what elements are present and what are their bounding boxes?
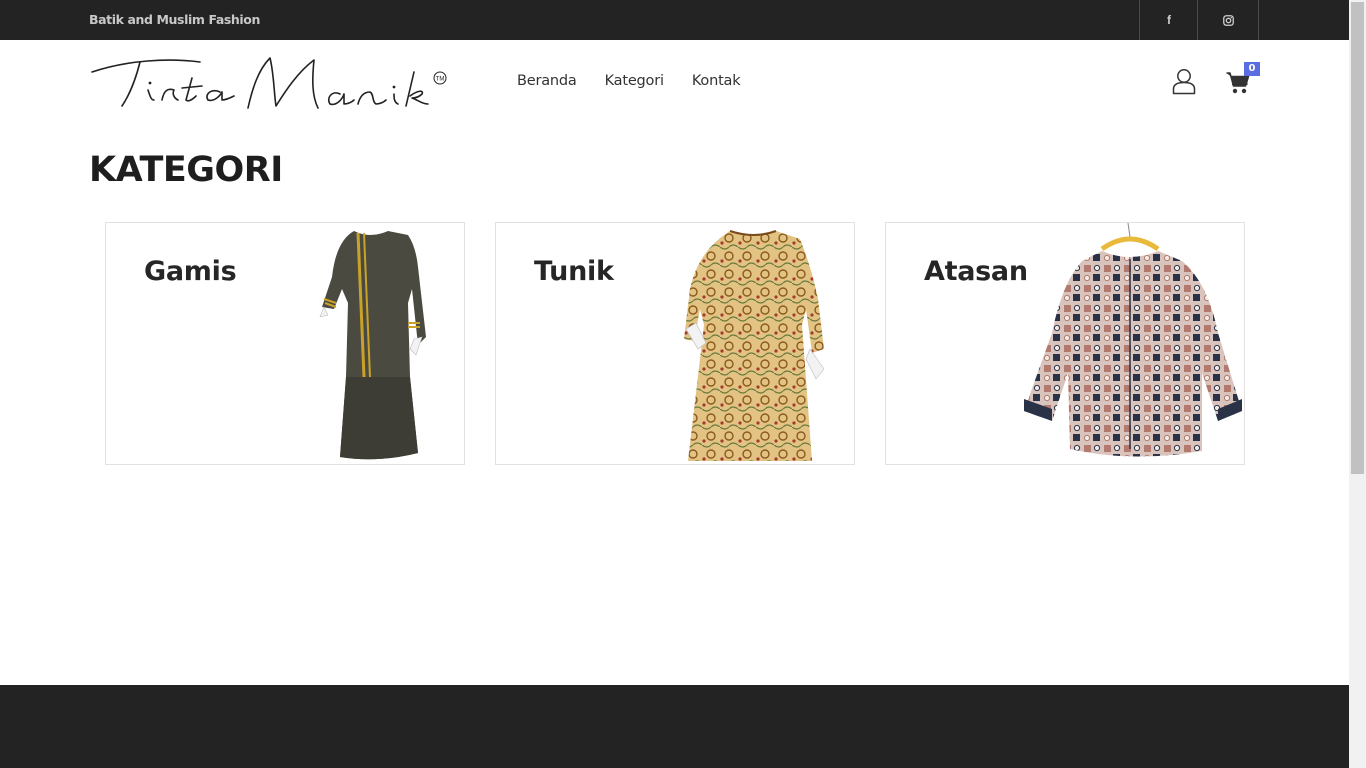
- tunik-dress-image: [684, 230, 825, 461]
- category-card-atasan[interactable]: Atasan: [885, 222, 1245, 465]
- atasan-blouse-image: [1024, 223, 1242, 457]
- category-label: Gamis: [144, 256, 237, 287]
- page-title: KATEGORI: [89, 150, 283, 190]
- category-label: Tunik: [534, 256, 614, 287]
- footer: [0, 685, 1349, 768]
- tagline: Batik and Muslim Fashion: [89, 12, 260, 27]
- instagram-link[interactable]: [1197, 0, 1259, 40]
- gamis-dress-image: [319, 231, 426, 460]
- trademark-mark: TM: [436, 77, 445, 83]
- nav-beranda[interactable]: Beranda: [517, 73, 577, 89]
- user-icon[interactable]: [1172, 68, 1196, 95]
- logo-script: TM: [91, 57, 447, 109]
- instagram-icon: [1222, 14, 1234, 26]
- nav-kategori[interactable]: Kategori: [605, 73, 664, 89]
- top-bar: Batik and Muslim Fashion f: [0, 0, 1349, 40]
- category-label: Atasan: [924, 256, 1028, 287]
- nav-kontak[interactable]: Kontak: [692, 73, 741, 89]
- site-logo[interactable]: TM: [88, 50, 450, 114]
- scrollbar-thumb[interactable]: [1351, 2, 1364, 474]
- vertical-scrollbar[interactable]: [1349, 0, 1366, 768]
- cart-count-badge: 0: [1244, 62, 1260, 76]
- facebook-link[interactable]: f: [1139, 0, 1198, 40]
- category-card-gamis[interactable]: Gamis: [105, 222, 465, 465]
- main-nav: Beranda Kategori Kontak: [517, 73, 768, 89]
- category-card-tunik[interactable]: Tunik: [495, 222, 855, 465]
- facebook-icon: f: [1167, 13, 1171, 27]
